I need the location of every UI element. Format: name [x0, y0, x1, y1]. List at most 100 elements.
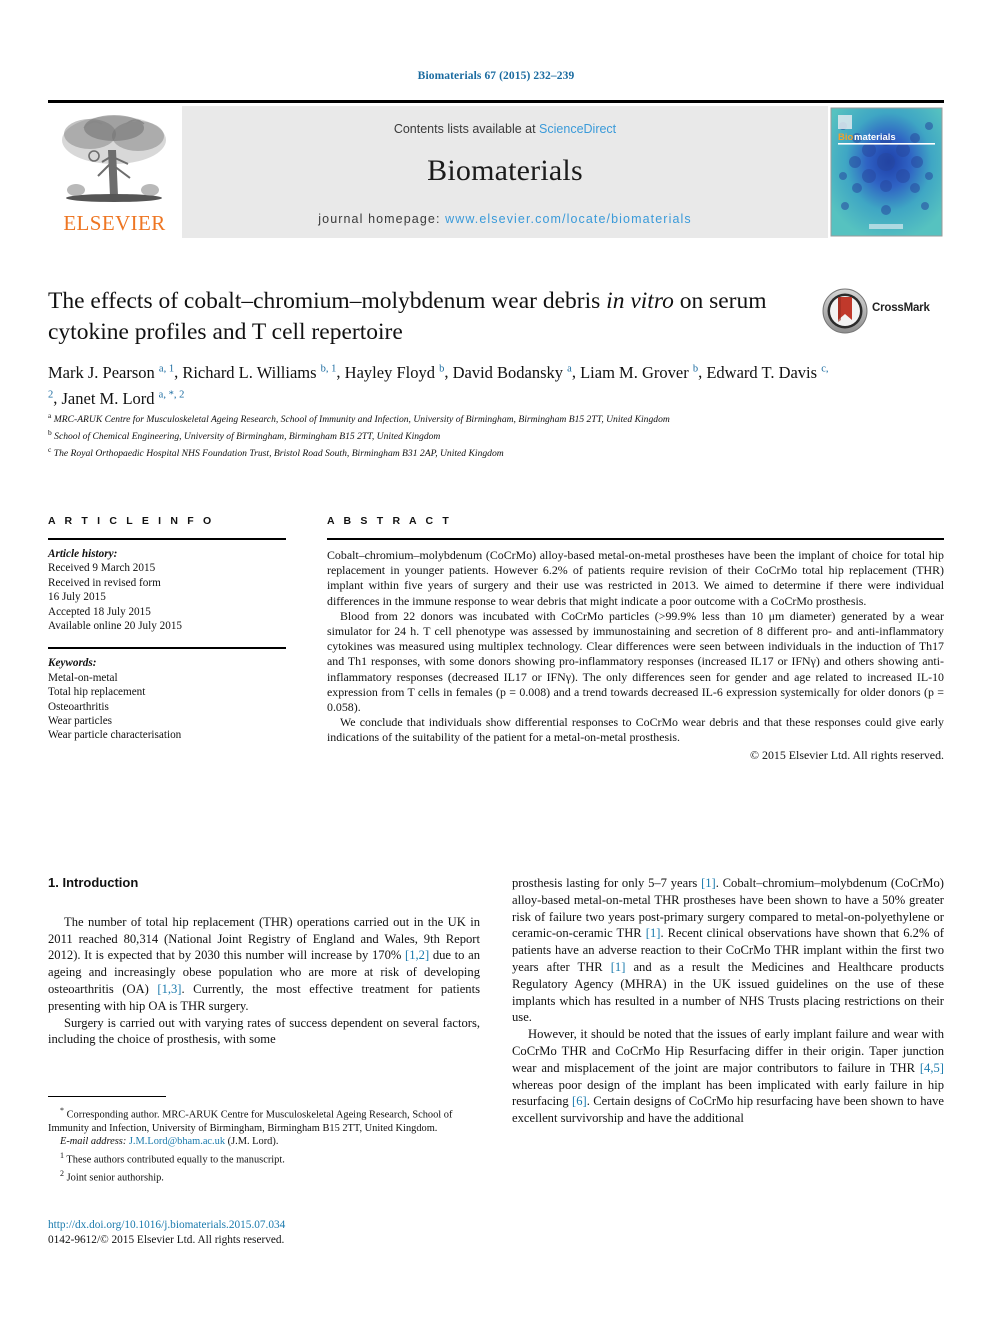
article-page: Biomaterials 67 (2015) 232–239 ELSEVIER …: [0, 0, 992, 1323]
article-info-column: A R T I C L E I N F O Article history: R…: [48, 515, 293, 743]
footnote-corresponding-author: * Corresponding author. MRC-ARUK Centre …: [48, 1104, 480, 1135]
paragraph-text: However, it should be noted that the iss…: [512, 1027, 944, 1075]
author-name: Edward T. Davis: [706, 362, 818, 382]
body-paragraph: However, it should be noted that the iss…: [512, 1026, 944, 1127]
footnote-note-2: 2 Joint senior authorship.: [48, 1167, 480, 1185]
author-item: Hayley Floyd b: [345, 363, 445, 382]
citation-ref[interactable]: [1]: [701, 876, 716, 890]
author-name: David Bodansky: [452, 362, 564, 382]
page-title: The effects of cobalt–chromium–molybdenu…: [48, 286, 808, 348]
citation-ref[interactable]: [4,5]: [920, 1061, 944, 1075]
author-name: Richard L. Williams: [182, 362, 317, 382]
abstract-paragraph: Cobalt–chromium–molybdenum (CoCrMo) allo…: [327, 548, 944, 608]
sciencedirect-link[interactable]: ScienceDirect: [539, 122, 616, 136]
affiliation-list: a MRC-ARUK Centre for Musculoskeletal Ag…: [48, 410, 838, 460]
footnote-block: * Corresponding author. MRC-ARUK Centre …: [48, 1096, 480, 1184]
author-affiliation-mark: a: [567, 363, 572, 374]
body-paragraph: prosthesis lasting for only 5–7 years [1…: [512, 875, 944, 1026]
history-item: Accepted 18 July 2015: [48, 605, 151, 618]
asterisk-icon: *: [60, 1106, 64, 1115]
doi-link[interactable]: http://dx.doi.org/10.1016/j.biomaterials…: [48, 1218, 480, 1233]
author-item: Janet M. Lord a, *, 2: [62, 389, 185, 408]
author-item: Richard L. Williams b, 1: [182, 363, 336, 382]
affiliation-text: School of Chemical Engineering, Universi…: [54, 430, 441, 442]
title-italic-part: in vitro: [606, 288, 674, 314]
homepage-url-link[interactable]: www.elsevier.com/locate/biomaterials: [445, 212, 692, 226]
paragraph-text: prosthesis lasting for only 5–7 years: [512, 876, 702, 890]
introduction-left-column: 1. Introduction The number of total hip …: [48, 875, 480, 1048]
citation-ref[interactable]: [1]: [611, 960, 626, 974]
affiliation-text: The Royal Orthopaedic Hospital NHS Found…: [53, 447, 504, 459]
keywords-label: Keywords:: [48, 657, 97, 670]
contents-list-line: Contents lists available at ScienceDirec…: [182, 122, 828, 136]
author-list: Mark J. Pearson a, 1, Richard L. William…: [48, 362, 829, 408]
history-item: Available online 20 July 2015: [48, 620, 183, 633]
keywords-block: Keywords: Metal-on-metal Total hip repla…: [48, 647, 293, 742]
email-owner: (J.M. Lord).: [227, 1136, 279, 1148]
keyword-item: Osteoarthritis: [48, 700, 109, 713]
email-label: E-mail address:: [60, 1136, 127, 1148]
body-paragraph: Surgery is carried out with varying rate…: [48, 1015, 480, 1047]
history-item: Received in revised form: [48, 576, 161, 589]
affiliation-mark: c: [48, 444, 52, 454]
keyword-item: Wear particles: [48, 715, 113, 728]
introduction-heading: 1. Introduction: [48, 875, 139, 890]
author-affiliation-mark: b, 1: [320, 363, 337, 374]
affiliation-item: a MRC-ARUK Centre for Musculoskeletal Ag…: [48, 410, 838, 427]
author-item: Liam M. Grover b: [580, 363, 698, 382]
keyword-item: Wear particle characterisation: [48, 729, 182, 742]
homepage-prefix: journal homepage:: [318, 212, 446, 226]
affiliation-mark: b: [48, 427, 52, 437]
footnote-text: Corresponding author. MRC-ARUK Centre fo…: [48, 1109, 453, 1134]
running-head: Biomaterials 67 (2015) 232–239: [417, 70, 575, 82]
keyword-item: Total hip replacement: [48, 686, 146, 699]
author-affiliation-mark: a, 1: [158, 363, 175, 374]
article-info-heading: A R T I C L E I N F O: [48, 515, 215, 527]
footnote-mark: 2: [60, 1168, 64, 1178]
footnote-text: Joint senior authorship.: [66, 1172, 164, 1184]
author-name: Mark J. Pearson: [48, 362, 155, 382]
divider: [327, 538, 944, 540]
elsevier-tree-icon: [62, 115, 166, 202]
crossmark-badge[interactable]: CrossMark: [822, 288, 940, 336]
affiliation-mark: a: [48, 411, 52, 420]
crossmark-icon: [822, 288, 868, 334]
doi-block: http://dx.doi.org/10.1016/j.biomaterials…: [48, 1218, 480, 1248]
author-item: David Bodansky a: [453, 363, 572, 382]
history-item: 16 July 2015: [48, 591, 106, 604]
divider: [48, 647, 286, 650]
citation-ref[interactable]: [1,2]: [405, 948, 429, 962]
abstract-heading: A B S T R A C T: [327, 515, 452, 527]
contents-prefix: Contents lists available at: [393, 122, 540, 136]
author-name: Janet M. Lord: [61, 388, 155, 408]
article-history-block: Article history: Received 9 March 2015 R…: [48, 547, 293, 633]
author-affiliation-mark: b: [692, 363, 699, 374]
divider: [48, 538, 286, 540]
abstract-column: A B S T R A C T Cobalt–chromium–molybden…: [327, 515, 944, 763]
affiliation-text: MRC-ARUK Centre for Musculoskeletal Agei…: [53, 414, 670, 426]
citation-ref[interactable]: [1,3]: [157, 982, 181, 996]
abstract-paragraph: Blood from 22 donors was incubated with …: [327, 608, 944, 715]
abstract-paragraph: We conclude that individuals show differ…: [327, 715, 944, 745]
footnote-divider: [48, 1096, 166, 1097]
footnote-mark: 1: [60, 1150, 64, 1160]
affiliation-item: b School of Chemical Engineering, Univer…: [48, 427, 838, 444]
journal-title: Biomaterials: [427, 154, 583, 187]
author-name: Liam M. Grover: [580, 362, 689, 382]
email-link[interactable]: J.M.Lord@bham.ac.uk: [129, 1136, 225, 1147]
affiliation-item: c The Royal Orthopaedic Hospital NHS Fou…: [48, 444, 838, 461]
author-name: Hayley Floyd: [344, 362, 435, 382]
author-affiliation-mark: a, *, 2: [158, 389, 185, 400]
citation-ref[interactable]: [1]: [646, 926, 661, 940]
citation-ref[interactable]: [6]: [572, 1094, 587, 1108]
article-history-label: Article history:: [48, 548, 118, 560]
masthead-center: Contents lists available at ScienceDirec…: [181, 106, 829, 238]
body-paragraph: The number of total hip replacement (THR…: [48, 914, 480, 1015]
footnote-text: These authors contributed equally to the…: [66, 1154, 285, 1166]
abstract-body: Cobalt–chromium–molybdenum (CoCrMo) allo…: [327, 548, 944, 763]
journal-cover-image: Bio materials: [830, 107, 943, 237]
author-item: Mark J. Pearson a, 1: [48, 363, 174, 382]
author-affiliation-mark: b: [439, 363, 445, 374]
journal-masthead: ELSEVIER Contents lists available at Sci…: [48, 100, 944, 238]
introduction-right-column: prosthesis lasting for only 5–7 years [1…: [512, 875, 944, 1127]
